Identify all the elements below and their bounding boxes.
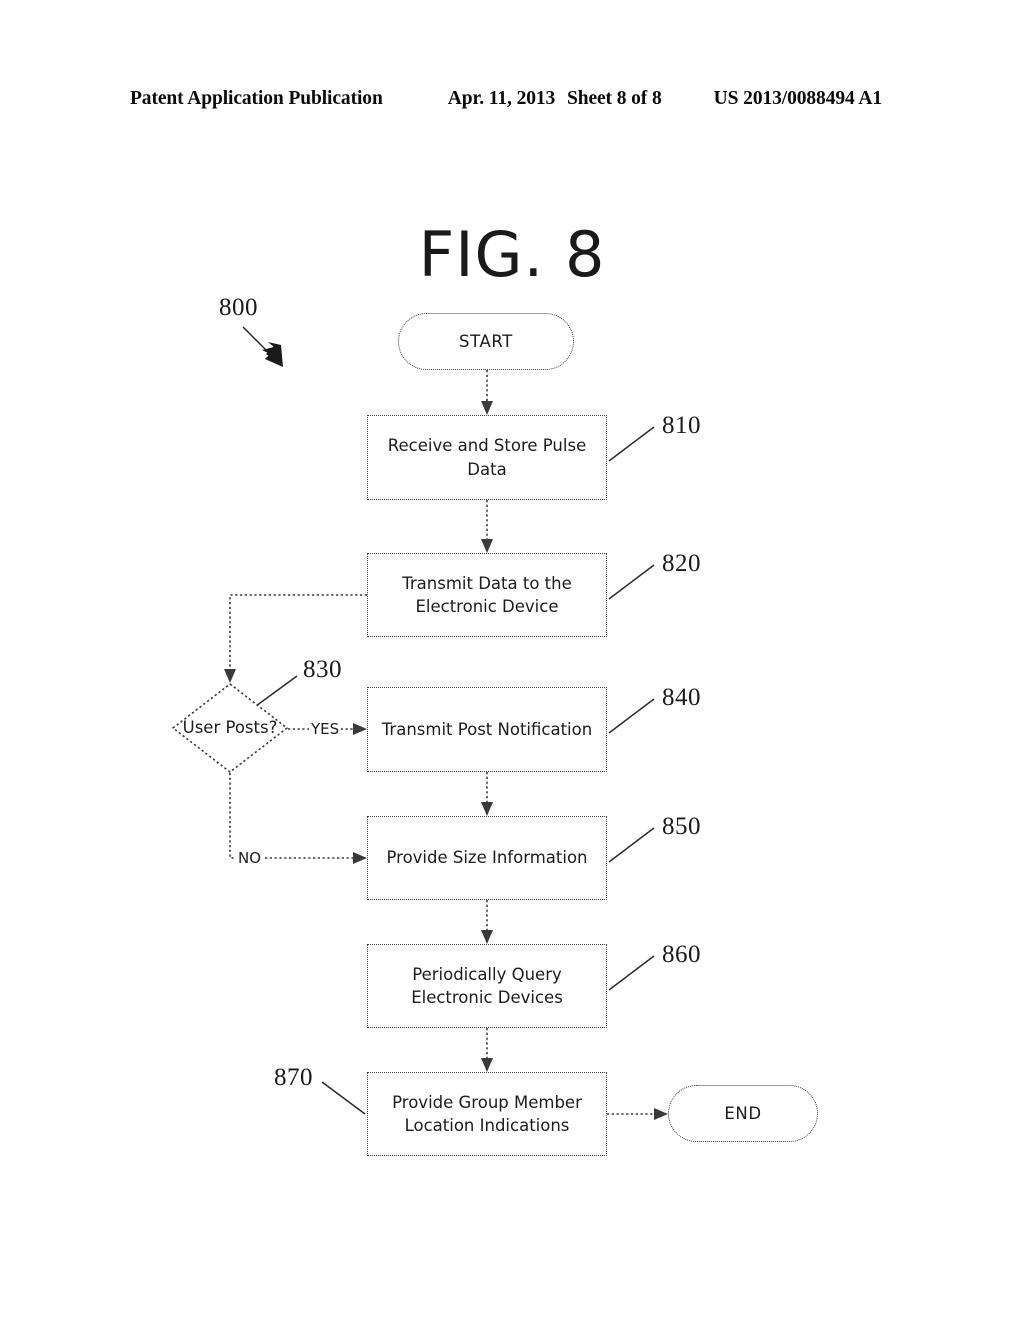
ref-numeral-860: 860 [662, 941, 701, 968]
header-date-sheet: Apr. 11, 2013 Sheet 8 of 8 [448, 88, 669, 110]
ref-numeral-810: 810 [662, 412, 701, 439]
node-step-820[interactable]: Transmit Data to the Electronic Device [367, 553, 607, 637]
leader-860 [608, 955, 655, 991]
edge-860-to-870 [481, 1028, 493, 1072]
header-publication-text: Patent Application Publication [130, 88, 383, 109]
ref-numeral-800: 800 [219, 294, 258, 321]
ref-numeral-830: 830 [303, 656, 342, 683]
node-step-870[interactable]: Provide Group Member Location Indication… [367, 1072, 607, 1156]
edge-start-to-810 [481, 370, 493, 415]
page-header: Patent Application Publication Apr. 11, … [130, 88, 882, 114]
edge-810-to-820 [481, 500, 493, 553]
node-start-label: START [459, 331, 513, 351]
edge-850-to-860 [481, 900, 493, 944]
ref-numeral-820: 820 [662, 550, 701, 577]
edge-label-yes: YES [309, 720, 342, 738]
patent-figure-page: Patent Application Publication Apr. 11, … [0, 0, 1024, 1320]
node-step-860[interactable]: Periodically Query Electronic Devices [367, 944, 607, 1028]
node-step-850[interactable]: Provide Size Information [367, 816, 607, 900]
ref-numeral-850: 850 [662, 813, 701, 840]
leader-870 [321, 1081, 366, 1115]
node-start[interactable]: START [398, 313, 574, 370]
edge-870-to-end [607, 1108, 668, 1120]
ref-numeral-870: 870 [274, 1064, 313, 1091]
node-decision-830[interactable]: User Posts? [171, 682, 289, 774]
leader-840 [608, 698, 655, 734]
node-step-870-label: Provide Group Member Location Indication… [392, 1092, 582, 1135]
header-date-text: Apr. 11, 2013 [447, 88, 556, 109]
node-step-840-label: Transmit Post Notification [381, 719, 593, 739]
node-step-820-label: Transmit Data to the Electronic Device [402, 573, 572, 616]
figure-title: FIG. 8 [418, 218, 606, 291]
node-end[interactable]: END [668, 1085, 818, 1142]
header-sheet-text: Sheet 8 of 8 [566, 88, 662, 109]
edge-840-to-850 [481, 772, 493, 816]
node-step-840[interactable]: Transmit Post Notification [367, 687, 607, 772]
node-step-810[interactable]: Receive and Store Pulse Data [367, 415, 607, 500]
ref-numeral-840: 840 [662, 684, 701, 711]
node-step-850-label: Provide Size Information [386, 848, 588, 868]
leader-820 [608, 564, 655, 600]
edge-label-no: NO [236, 849, 264, 867]
header-publication-number: US 2013/0088494 A1 [713, 88, 882, 109]
node-end-label: END [724, 1103, 762, 1123]
edge-820-to-830 [224, 594, 367, 683]
leader-810 [608, 426, 655, 462]
node-decision-830-label: User Posts? [182, 718, 278, 738]
diagram-ref-arrow [242, 326, 283, 367]
node-step-860-label: Periodically Query Electronic Devices [411, 964, 563, 1007]
node-step-810-label: Receive and Store Pulse Data [387, 436, 587, 479]
leader-850 [608, 827, 655, 863]
